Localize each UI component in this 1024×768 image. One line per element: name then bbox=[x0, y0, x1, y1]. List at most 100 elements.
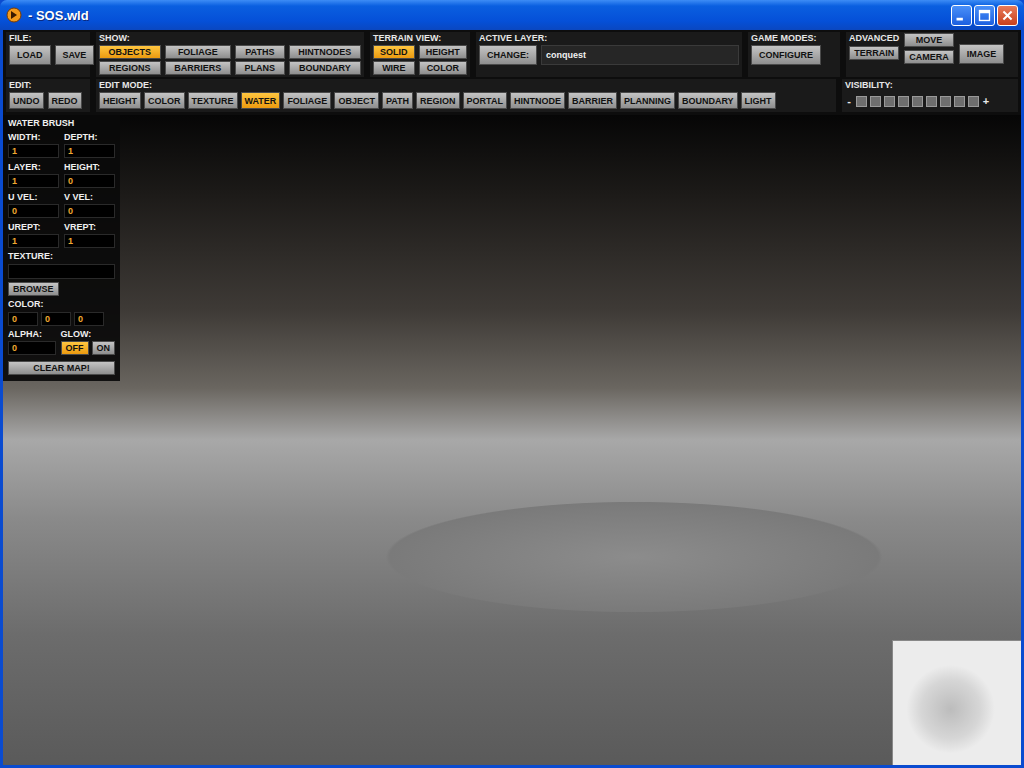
field-input[interactable]: 1 bbox=[8, 144, 59, 158]
color-label: COLOR: bbox=[8, 299, 115, 309]
3d-viewport[interactable]: WATER BRUSHWIDTH:1DEPTH:1LAYER:1HEIGHT:0… bbox=[3, 115, 1021, 765]
file-button[interactable]: SAVE bbox=[55, 45, 95, 65]
edit-mode-button[interactable]: PORTAL bbox=[463, 92, 507, 109]
texture-input[interactable] bbox=[8, 264, 115, 279]
group-label: EDIT MODE: bbox=[99, 80, 833, 90]
group-label: ACTIVE LAYER: bbox=[479, 33, 739, 43]
field-input[interactable]: 0 bbox=[64, 174, 115, 188]
minimap[interactable] bbox=[892, 640, 1021, 765]
field-input[interactable]: 1 bbox=[8, 174, 59, 188]
file-button[interactable]: LOAD bbox=[9, 45, 51, 65]
edit-mode-button[interactable]: LIGHT bbox=[741, 92, 776, 109]
brush-field: DEPTH:1 bbox=[64, 132, 115, 158]
field-label: UREPT: bbox=[8, 222, 59, 232]
browse-button[interactable]: BROWSE bbox=[8, 282, 59, 296]
maximize-button[interactable] bbox=[974, 5, 995, 26]
close-button[interactable] bbox=[997, 5, 1018, 26]
change-layer-button[interactable]: CHANGE: bbox=[479, 45, 537, 65]
show-toggle[interactable]: REGIONS bbox=[99, 61, 161, 75]
visibility-segment[interactable] bbox=[856, 96, 867, 107]
camera-button[interactable]: CAMERA bbox=[904, 50, 954, 64]
color-input[interactable]: 0 bbox=[74, 312, 104, 326]
color-input[interactable]: 0 bbox=[8, 312, 38, 326]
app-icon bbox=[6, 7, 22, 23]
glow-toggle[interactable]: OFF bbox=[61, 341, 89, 355]
scene-view[interactable] bbox=[3, 115, 1021, 765]
edit-button[interactable]: REDO bbox=[48, 92, 82, 109]
edit-mode-button[interactable]: COLOR bbox=[144, 92, 185, 109]
show-toggle[interactable]: OBJECTS bbox=[99, 45, 161, 59]
alpha-label: ALPHA: bbox=[8, 329, 56, 339]
field-input[interactable]: 1 bbox=[8, 234, 59, 248]
edit-mode-button[interactable]: BOUNDARY bbox=[678, 92, 738, 109]
image-button[interactable]: IMAGE bbox=[959, 44, 1005, 64]
visibility-segment[interactable] bbox=[954, 96, 965, 107]
alpha-input[interactable]: 0 bbox=[8, 341, 56, 355]
field-label: LAYER: bbox=[8, 162, 59, 172]
field-label: U VEL: bbox=[8, 192, 59, 202]
edit-mode-button[interactable]: TEXTURE bbox=[188, 92, 238, 109]
visibility-segment[interactable] bbox=[884, 96, 895, 107]
visibility-increase[interactable]: + bbox=[982, 95, 990, 107]
edit-mode-button[interactable]: PATH bbox=[382, 92, 413, 109]
edit-mode-button[interactable]: BARRIER bbox=[568, 92, 617, 109]
visibility-decrease[interactable]: - bbox=[845, 95, 853, 107]
visibility-segment[interactable] bbox=[912, 96, 923, 107]
toolbar: FILE:LOADSAVE SHOW: OBJECTS FOLIAGE PATHS HIN… bbox=[3, 30, 1021, 115]
title-bar[interactable]: - SOS.wld bbox=[0, 0, 1024, 30]
terrain-view-group: TERRAIN VIEW:SOLIDHEIGHTWIRECOLOR bbox=[370, 32, 470, 77]
visibility-segment[interactable] bbox=[898, 96, 909, 107]
field-label: HEIGHT: bbox=[64, 162, 115, 172]
configure-button[interactable]: CONFIGURE bbox=[751, 45, 821, 65]
edit-mode-button[interactable]: PLANNING bbox=[620, 92, 675, 109]
terrain-view-toggle[interactable]: COLOR bbox=[419, 61, 467, 75]
visibility-segment[interactable] bbox=[940, 96, 951, 107]
edit-mode-button[interactable]: WATER bbox=[241, 92, 281, 109]
terrain-view-toggle[interactable]: WIRE bbox=[373, 61, 415, 75]
edit-mode-button[interactable]: HINTNODE bbox=[510, 92, 565, 109]
show-group: SHOW: OBJECTS FOLIAGE PATHS HINTNODES REGIONS… bbox=[96, 32, 364, 77]
field-input[interactable]: 0 bbox=[64, 204, 115, 218]
file-group: FILE:LOADSAVE bbox=[6, 32, 90, 77]
visibility-segment[interactable] bbox=[968, 96, 979, 107]
edit-button[interactable]: UNDO bbox=[9, 92, 44, 109]
visibility-segment[interactable] bbox=[870, 96, 881, 107]
active-layer-field[interactable]: conquest bbox=[541, 45, 739, 65]
advanced-group: ADVANCED TERRAIN MOVE CAMERA IMAGE bbox=[846, 32, 1018, 77]
group-label: EDIT: bbox=[9, 80, 87, 90]
group-label: GAME MODES: bbox=[751, 33, 837, 43]
clear-map-button[interactable]: CLEAR MAP! bbox=[8, 361, 115, 375]
edit-mode-button[interactable]: HEIGHT bbox=[99, 92, 141, 109]
show-toggle[interactable]: HINTNODES bbox=[289, 45, 361, 59]
field-input[interactable]: 0 bbox=[8, 204, 59, 218]
field-label: V VEL: bbox=[64, 192, 115, 202]
glow-toggle[interactable]: ON bbox=[92, 341, 116, 355]
brush-field: V VEL: 0 bbox=[64, 192, 115, 218]
group-label: VISIBILITY: bbox=[845, 80, 1015, 90]
terrain-button[interactable]: TERRAIN bbox=[849, 46, 899, 60]
group-label: ADVANCED bbox=[849, 33, 899, 43]
visibility-segment[interactable] bbox=[926, 96, 937, 107]
brush-field: U VEL: 0 bbox=[8, 192, 59, 218]
color-input[interactable]: 0 bbox=[41, 312, 71, 326]
show-toggle[interactable]: PATHS bbox=[235, 45, 285, 59]
terrain-view-toggle[interactable]: HEIGHT bbox=[419, 45, 467, 59]
group-label: SHOW: bbox=[99, 33, 361, 43]
window-title: - SOS.wld bbox=[28, 8, 945, 23]
terrain-view-toggle[interactable]: SOLID bbox=[373, 45, 415, 59]
edit-mode-button[interactable]: OBJECT bbox=[334, 92, 379, 109]
minimize-button[interactable] bbox=[951, 5, 972, 26]
edit-mode-button[interactable]: FOLIAGE bbox=[283, 92, 331, 109]
field-input[interactable]: 1 bbox=[64, 144, 115, 158]
visibility-group: VISIBILITY: - + bbox=[842, 79, 1018, 112]
field-input[interactable]: 1 bbox=[64, 234, 115, 248]
edit-mode-button[interactable]: REGION bbox=[416, 92, 460, 109]
texture-label: TEXTURE: bbox=[8, 251, 115, 261]
show-toggle[interactable]: PLANS bbox=[235, 61, 285, 75]
show-toggle[interactable]: BOUNDARY bbox=[289, 61, 361, 75]
panel-title: WATER BRUSH bbox=[8, 118, 115, 129]
move-button[interactable]: MOVE bbox=[904, 33, 954, 47]
show-toggle[interactable]: BARRIERS bbox=[165, 61, 231, 75]
show-toggle[interactable]: FOLIAGE bbox=[165, 45, 231, 59]
minimize-icon bbox=[952, 6, 971, 25]
